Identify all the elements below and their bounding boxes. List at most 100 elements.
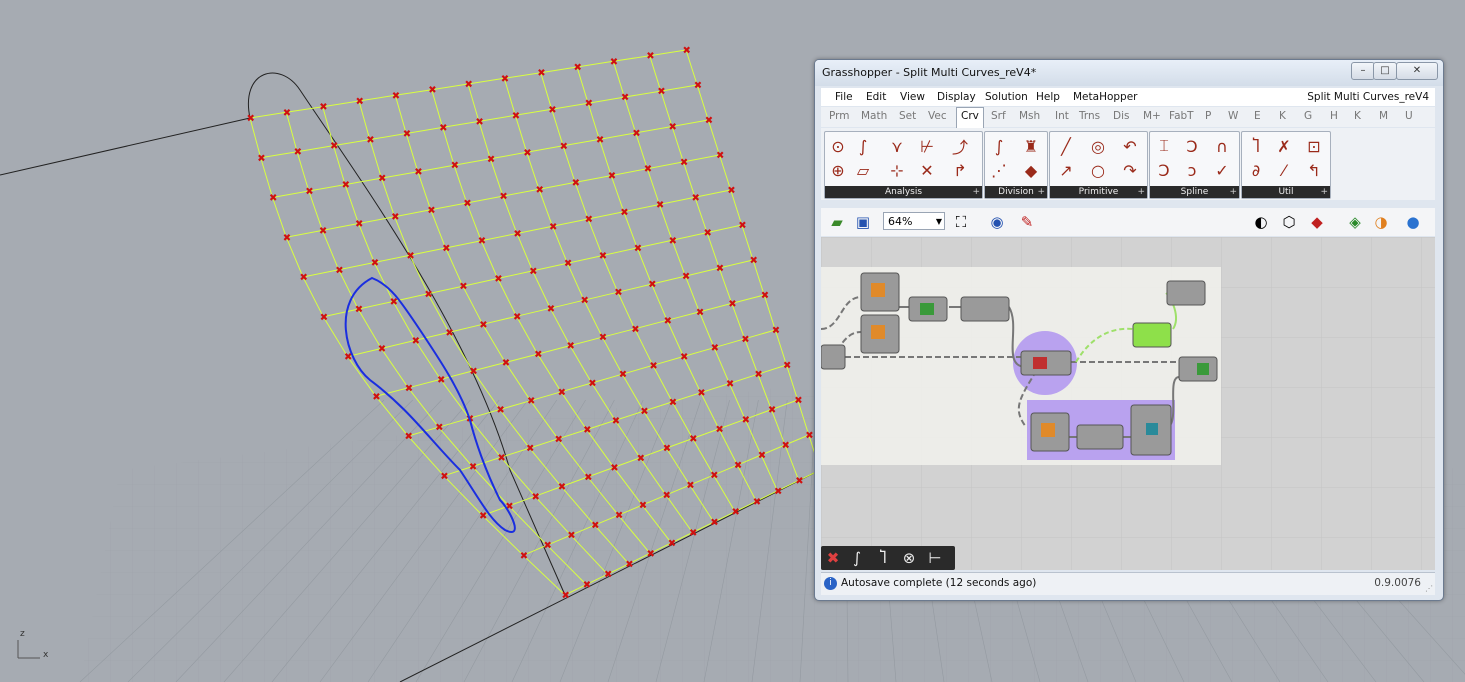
control-point[interactable]: ✖ bbox=[496, 405, 504, 416]
explode-icon[interactable]: ⊡ bbox=[1304, 136, 1324, 156]
resize-grip-icon[interactable]: ⋰ bbox=[1425, 584, 1433, 593]
menu-file[interactable]: File bbox=[835, 91, 853, 103]
preview-selected-icon[interactable]: ◆ bbox=[1307, 212, 1327, 232]
tab-dis[interactable]: Dis bbox=[1113, 110, 1129, 122]
control-point[interactable]: ✖ bbox=[529, 266, 537, 277]
curve-icon[interactable]: ∫ bbox=[847, 548, 867, 568]
control-point[interactable]: ✖ bbox=[734, 461, 742, 472]
control-point[interactable]: ✖ bbox=[619, 370, 627, 381]
control-point[interactable]: ✖ bbox=[644, 164, 652, 175]
control-point[interactable]: ✖ bbox=[247, 114, 255, 125]
control-point[interactable]: ✖ bbox=[527, 396, 535, 407]
preview-wire-icon[interactable]: ◐ bbox=[1251, 212, 1271, 232]
maximize-button[interactable]: □ bbox=[1373, 62, 1397, 80]
control-point[interactable]: ✖ bbox=[391, 212, 399, 223]
control-point[interactable]: ✖ bbox=[596, 135, 604, 146]
control-point[interactable]: ✖ bbox=[794, 396, 802, 407]
title-bar[interactable]: Grasshopper - Split Multi Curves_reV4* –… bbox=[815, 60, 1443, 86]
control-point[interactable]: ✖ bbox=[534, 350, 542, 361]
tab-int[interactable]: Int bbox=[1055, 110, 1069, 122]
control-point[interactable]: ✖ bbox=[669, 397, 677, 408]
kinky-icon[interactable]: ↄ bbox=[1182, 160, 1202, 180]
control-point[interactable]: ✖ bbox=[283, 108, 291, 119]
bezier-icon[interactable]: ∩ bbox=[1212, 136, 1232, 156]
control-point[interactable]: ✖ bbox=[475, 117, 483, 128]
control-point[interactable]: ✖ bbox=[694, 81, 702, 92]
control-point[interactable]: ✖ bbox=[501, 74, 509, 85]
control-point[interactable]: ✖ bbox=[604, 570, 612, 581]
control-point[interactable]: ✖ bbox=[330, 141, 338, 152]
control-point[interactable]: ✖ bbox=[591, 521, 599, 532]
fillet-icon[interactable]: ✗ bbox=[1274, 136, 1294, 156]
control-point[interactable]: ✖ bbox=[634, 243, 642, 254]
control-point[interactable]: ✖ bbox=[696, 307, 704, 318]
control-point[interactable]: ✖ bbox=[689, 528, 697, 539]
interpolate-icon[interactable]: ⌶ bbox=[1154, 136, 1174, 156]
control-point[interactable]: ✖ bbox=[378, 344, 386, 355]
control-point[interactable]: ✖ bbox=[588, 379, 596, 390]
menu-solution[interactable]: Solution bbox=[985, 91, 1028, 103]
control-point[interactable]: ✖ bbox=[639, 501, 647, 512]
control-point[interactable]: ✖ bbox=[782, 441, 790, 452]
tween-icon[interactable]: ✓ bbox=[1212, 160, 1232, 180]
control-point[interactable]: ✖ bbox=[269, 193, 277, 204]
control-point[interactable]: ✖ bbox=[459, 282, 467, 293]
control-point[interactable]: ✖ bbox=[599, 251, 607, 262]
control-point[interactable]: ✖ bbox=[697, 388, 705, 399]
contour-icon[interactable]: ♜ bbox=[1021, 136, 1041, 156]
tab-msh[interactable]: Msh bbox=[1019, 110, 1040, 122]
control-point[interactable]: ✖ bbox=[615, 511, 623, 522]
control-point[interactable]: ✖ bbox=[499, 192, 507, 203]
control-point[interactable]: ✖ bbox=[355, 305, 363, 316]
tab-h[interactable]: H bbox=[1330, 110, 1338, 122]
control-point[interactable]: ✖ bbox=[469, 366, 477, 377]
control-point[interactable]: ✖ bbox=[711, 343, 719, 354]
control-point[interactable]: ✖ bbox=[558, 482, 566, 493]
control-point[interactable]: ✖ bbox=[494, 274, 502, 285]
control-point[interactable]: ✖ bbox=[487, 154, 495, 165]
polygon-icon[interactable]: ◎ bbox=[1088, 136, 1108, 156]
close-button[interactable]: ✕ bbox=[1396, 62, 1438, 80]
offset-icon[interactable]: Ⴈ bbox=[1246, 136, 1266, 156]
control-point[interactable]: ✖ bbox=[523, 148, 531, 159]
control-point[interactable]: ✖ bbox=[435, 423, 443, 434]
curve-end-icon[interactable]: ↱ bbox=[950, 160, 970, 180]
control-point[interactable]: ✖ bbox=[560, 141, 568, 152]
control-point[interactable]: ✖ bbox=[574, 63, 582, 74]
control-point[interactable]: ✖ bbox=[583, 425, 591, 436]
control-point[interactable]: ✖ bbox=[620, 207, 628, 218]
control-point[interactable]: ✖ bbox=[640, 407, 648, 418]
project-icon[interactable]: ↰ bbox=[1304, 160, 1324, 180]
control-point[interactable]: ✖ bbox=[758, 451, 766, 462]
control-point[interactable]: ✖ bbox=[427, 205, 435, 216]
control-point[interactable]: ✖ bbox=[805, 431, 813, 442]
control-point[interactable]: ✖ bbox=[414, 167, 422, 178]
control-point[interactable]: ✖ bbox=[320, 312, 328, 323]
control-point[interactable]: ✖ bbox=[663, 444, 671, 455]
control-point[interactable]: ✖ bbox=[742, 415, 750, 426]
control-point[interactable]: ✖ bbox=[562, 591, 570, 602]
control-point[interactable]: ✖ bbox=[584, 473, 592, 484]
control-point[interactable]: ✖ bbox=[257, 153, 265, 164]
control-point[interactable]: ✖ bbox=[663, 491, 671, 502]
control-point[interactable]: ✖ bbox=[478, 236, 486, 247]
control-point[interactable]: ✖ bbox=[300, 273, 308, 284]
control-point[interactable]: ✖ bbox=[440, 471, 448, 482]
offset-curve-icon[interactable]: Ⴈ bbox=[873, 548, 893, 568]
control-point[interactable]: ✖ bbox=[648, 280, 656, 291]
control-point[interactable]: ✖ bbox=[526, 444, 534, 455]
control-point[interactable]: ✖ bbox=[548, 105, 556, 116]
delete-icon[interactable]: ⊗ bbox=[899, 548, 919, 568]
control-point[interactable]: ✖ bbox=[403, 129, 411, 140]
save-file-icon[interactable]: ▣ bbox=[853, 212, 873, 232]
dimension-icon[interactable]: ⊢ bbox=[925, 548, 945, 568]
control-point[interactable]: ✖ bbox=[567, 531, 575, 542]
tab-m[interactable]: M bbox=[1379, 110, 1388, 122]
control-point[interactable]: ✖ bbox=[294, 147, 302, 158]
control-point[interactable]: ✖ bbox=[610, 463, 618, 474]
control-point[interactable]: ✖ bbox=[772, 326, 780, 337]
control-point[interactable]: ✖ bbox=[558, 387, 566, 398]
control-point[interactable]: ✖ bbox=[532, 492, 540, 503]
control-point[interactable]: ✖ bbox=[795, 476, 803, 487]
control-point[interactable]: ✖ bbox=[726, 379, 734, 390]
